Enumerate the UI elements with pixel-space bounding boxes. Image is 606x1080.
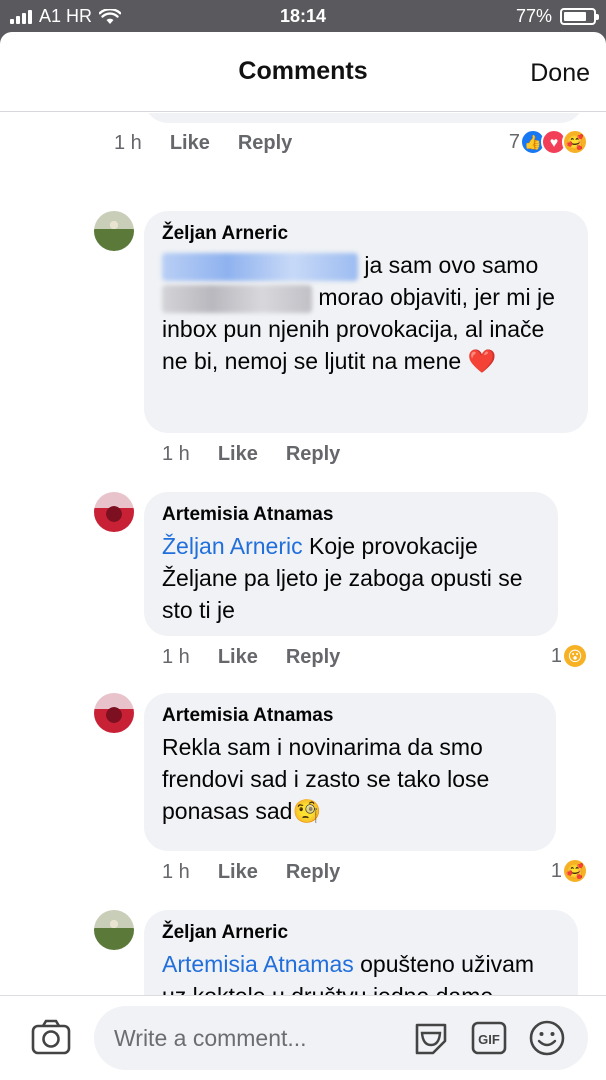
emoji-icon[interactable] (528, 1019, 566, 1057)
comment-text: Rekla sam i novinarima da smo frendovi s… (162, 731, 538, 827)
blurred-mention (162, 252, 358, 281)
comment-meta: 1 h Like Reply (162, 443, 368, 466)
comment-text: Artemisia Atnamas opušteno uživam uz kok… (162, 948, 560, 995)
mention-link[interactable]: Artemisia Atnamas (162, 951, 354, 977)
done-button[interactable]: Done (530, 59, 590, 88)
previous-comment-bubble (144, 113, 584, 123)
comment-author[interactable]: Željan Arneric (162, 223, 570, 245)
comment-bubble: Artemisia Atnamas Željan Arneric Koje pr… (144, 492, 558, 636)
comments-header: Comments Done (0, 32, 606, 112)
comment-bubble: Željan Arneric ja sam ovo samo morao obj… (144, 211, 588, 433)
comment-author[interactable]: Artemisia Atnamas (162, 705, 538, 727)
mention-link[interactable]: Željan Arneric (162, 533, 303, 559)
reply-link[interactable]: Reply (238, 132, 292, 155)
avatar[interactable] (94, 910, 134, 950)
sticker-icon[interactable] (412, 1019, 450, 1057)
comment-time: 1 h (162, 861, 190, 883)
comment-time: 1 h (114, 132, 142, 154)
reply-link[interactable]: Reply (286, 443, 340, 466)
reaction-summary[interactable]: 1 🥰 (551, 858, 588, 884)
blurred-mention (162, 284, 312, 313)
comment-meta: 1 h Like Reply (162, 861, 368, 884)
comment-author[interactable]: Artemisia Atnamas (162, 504, 540, 526)
like-link[interactable]: Like (218, 861, 258, 884)
status-bar: A1 HR 18:14 77% (0, 0, 606, 34)
reaction-count: 7 (508, 130, 520, 153)
battery-icon (560, 8, 599, 25)
comment-author[interactable]: Željan Arneric (162, 922, 560, 944)
avatar[interactable] (94, 211, 134, 251)
reply-link[interactable]: Reply (286, 646, 340, 669)
previous-comment-meta: 1 h Like Reply (114, 132, 320, 155)
comment-text-part: ja sam ovo samo (364, 252, 539, 278)
reaction-count: 1 (550, 859, 562, 882)
care-icon: 🥰 (562, 858, 588, 884)
care-icon: 🥰 (562, 129, 588, 155)
comment-bubble: Artemisia Atnamas Rekla sam i novinarima… (144, 693, 556, 851)
comment-text: ja sam ovo samo morao objaviti, jer mi j… (162, 249, 570, 377)
monocle-emoji: 🧐 (292, 798, 322, 824)
comment-meta: 1 h Like Reply (162, 646, 368, 669)
comment-bubble: Željan Arneric Artemisia Atnamas opušten… (144, 910, 578, 995)
like-link[interactable]: Like (218, 443, 258, 466)
comment-text: Željan Arneric Koje provokacije Željane … (162, 530, 540, 626)
avatar[interactable] (94, 492, 134, 532)
comment-time: 1 h (162, 443, 190, 465)
comment-text-part: Rekla sam i novinarima da smo frendovi s… (162, 734, 490, 824)
like-link[interactable]: Like (218, 646, 258, 669)
comment-time: 1 h (162, 646, 190, 668)
comment-composer: GIF (0, 995, 606, 1080)
comments-list[interactable]: 1 h Like Reply 7 👍 ♥ 🥰 Željan Arneric ja… (0, 113, 606, 995)
svg-text:GIF: GIF (478, 1032, 500, 1047)
reaction-count: 1 (550, 644, 562, 667)
comments-sheet: Comments Done 1 h Like Reply 7 👍 ♥ 🥰 Žel… (0, 32, 606, 1080)
page-title: Comments (238, 57, 368, 85)
like-link[interactable]: Like (170, 132, 210, 155)
avatar[interactable] (94, 693, 134, 733)
reaction-summary[interactable]: 7 👍 ♥ 🥰 (509, 129, 588, 155)
wow-icon: 😮 (562, 643, 588, 669)
camera-icon[interactable] (30, 1016, 72, 1058)
reply-link[interactable]: Reply (286, 861, 340, 884)
comment-input[interactable] (94, 1006, 588, 1070)
status-right: 77% (515, 6, 599, 27)
gif-icon[interactable]: GIF (470, 1019, 508, 1057)
heart-emoji: ❤️ (467, 348, 497, 374)
reaction-summary[interactable]: 1 😮 (551, 643, 588, 669)
battery-percent: 77% (515, 6, 552, 26)
